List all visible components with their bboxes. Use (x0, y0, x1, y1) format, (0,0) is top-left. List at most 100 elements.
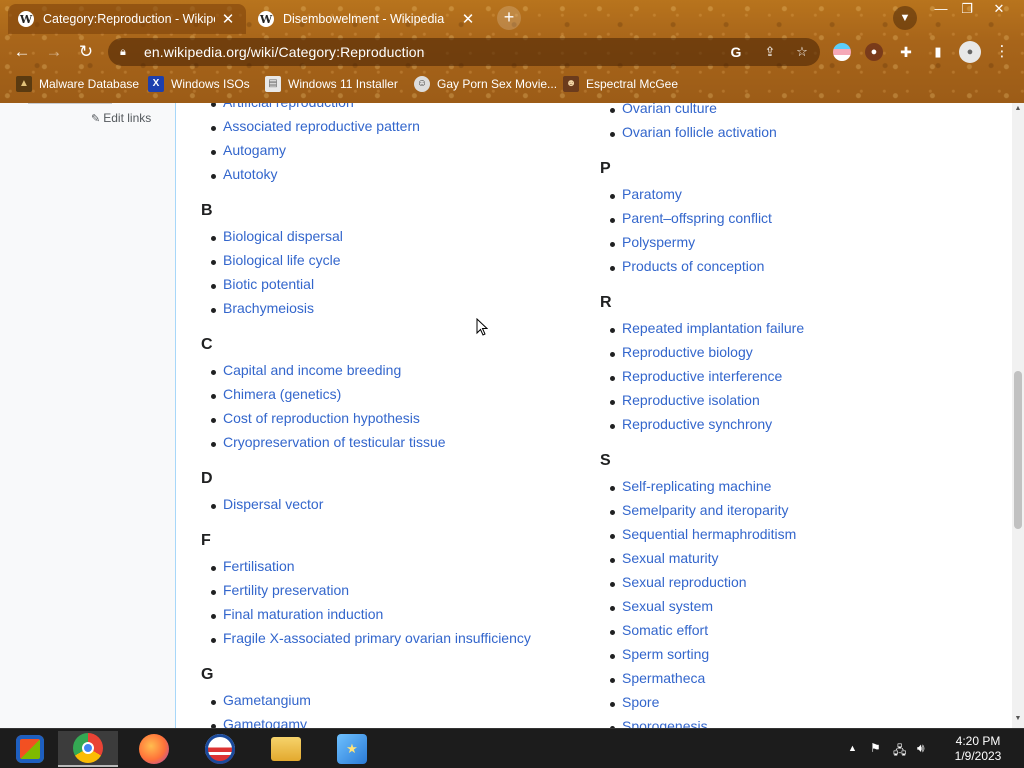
trans-flag-extension-icon[interactable] (833, 43, 851, 61)
category-link[interactable]: Chimera (genetics) (210, 386, 341, 402)
section-letter-heading: S (600, 452, 611, 469)
close-window-icon[interactable]: ✕ (984, 0, 1014, 18)
tab-search-chevron-icon[interactable]: ▼ (893, 6, 917, 30)
file-explorer-icon (271, 737, 301, 761)
category-link[interactable]: Sequential hermaphroditism (609, 526, 796, 542)
restore-icon[interactable]: ❐ (952, 0, 982, 18)
action-center-flag-icon[interactable]: ⚑ (870, 741, 881, 755)
tab-title: Category:Reproduction - Wikipedia (43, 12, 215, 26)
category-link[interactable]: Spermatheca (609, 670, 705, 686)
reload-icon[interactable]: ↻ (74, 40, 98, 64)
category-link[interactable]: Reproductive synchrony (609, 416, 772, 432)
category-link[interactable]: Parent–offspring conflict (610, 210, 772, 226)
category-link[interactable]: Artificial reproduction (211, 103, 354, 110)
taskbar-file-explorer[interactable] (256, 731, 316, 767)
site-icon: ☺ (414, 76, 430, 92)
taskbar-firefox[interactable] (124, 731, 184, 767)
category-link[interactable]: Products of conception (609, 258, 764, 274)
menu-kebab-icon[interactable]: ⋮ (993, 43, 1011, 61)
avatar-icon: ☻ (563, 76, 579, 92)
category-link[interactable]: Cost of reproduction hypothesis (211, 410, 420, 426)
taskbar-chrome[interactable] (58, 731, 118, 767)
share-icon[interactable]: ⇪ (762, 44, 778, 60)
category-link[interactable]: Reproductive biology (610, 344, 753, 360)
back-icon[interactable]: ← (10, 40, 34, 64)
scrollbar-thumb[interactable] (1014, 371, 1022, 529)
address-bar[interactable]: 🔒︎ en.wikipedia.org/wiki/Category:Reprod… (108, 38, 820, 66)
bookmark-windows-11-installer[interactable]: ▤ Windows 11 Installer (265, 76, 398, 92)
category-link[interactable]: Sexual system (609, 598, 713, 614)
category-link[interactable]: Gametangium (211, 692, 311, 708)
taskbar-network-app[interactable]: ★ (322, 731, 382, 767)
bookmark-gay-porn-sex-movie[interactable]: ☺ Gay Porn Sex Movie... (414, 76, 557, 92)
profile-icon[interactable]: ● (959, 41, 981, 63)
new-tab-button[interactable]: + (497, 6, 521, 30)
network-icon[interactable]: 🖧︎ (893, 741, 906, 762)
category-link[interactable]: Sperm sorting (609, 646, 709, 662)
category-link[interactable]: Somatic effort (609, 622, 708, 638)
url-text[interactable]: en.wikipedia.org/wiki/Category:Reproduct… (144, 44, 425, 60)
scroll-up-icon[interactable]: ▲ (1014, 105, 1022, 112)
side-panel-icon[interactable]: ▮ (929, 43, 947, 61)
volume-icon[interactable]: 🔊︎ (917, 741, 925, 756)
category-link[interactable]: Associated reproductive pattern (211, 118, 420, 134)
firefox-icon (139, 734, 169, 764)
category-link[interactable]: Dispersal vector (210, 496, 323, 512)
category-link[interactable]: Ovarian culture (610, 103, 717, 116)
lock-icon[interactable]: 🔒︎ (120, 46, 134, 59)
page-icon: ▤ (265, 76, 281, 92)
category-link[interactable]: Ovarian follicle activation (610, 124, 777, 140)
extensions-puzzle-icon[interactable]: ✚ (897, 43, 915, 61)
close-tab-icon[interactable]: ✕ (221, 12, 235, 27)
category-link[interactable]: Sexual maturity (609, 550, 718, 566)
category-link[interactable]: Autogamy (210, 142, 286, 158)
category-link[interactable]: Cryopreservation of testicular tissue (211, 434, 446, 450)
show-hidden-icons-chevron-icon[interactable]: ▲ (848, 743, 857, 753)
wikipedia-favicon-icon: W (258, 11, 274, 27)
clock-date: 1/9/2023 (954, 749, 1002, 763)
category-link[interactable]: Fragile X-associated primary ovarian ins… (211, 630, 531, 646)
category-link[interactable]: Paratomy (610, 186, 682, 202)
category-link[interactable]: Biological dispersal (211, 228, 343, 244)
category-link[interactable]: Brachymeiosis (210, 300, 314, 316)
category-link[interactable]: Final maturation induction (210, 606, 383, 622)
page-scrollbar[interactable]: ▲ ▼ (1012, 103, 1024, 728)
scroll-down-icon[interactable]: ▼ (1014, 715, 1022, 722)
category-link[interactable]: Biological life cycle (211, 252, 341, 268)
taskbar-start[interactable] (0, 731, 60, 767)
bookmark-espectral-mcgee[interactable]: ☻ Espectral McGee (563, 76, 678, 92)
section-letter-heading: D (201, 470, 213, 487)
sidebar-divider (28, 103, 112, 104)
bookmarks-bar: ▲ Malware Database X Windows ISOs ▤ Wind… (0, 72, 1024, 98)
category-link[interactable]: Repeated implantation failure (609, 320, 804, 336)
category-link[interactable]: Spore (609, 694, 659, 710)
mouse-cursor-icon (476, 318, 488, 336)
category-link[interactable]: Gametogamy (210, 716, 307, 728)
category-link[interactable]: Reproductive isolation (610, 392, 760, 408)
avatar-extension-icon[interactable]: ● (865, 43, 883, 61)
edit-links-link[interactable]: ✎ Edit links (91, 111, 151, 125)
google-icon[interactable]: G (728, 44, 744, 60)
browser-chrome: W Category:Reproduction - Wikipedia ✕ W … (0, 0, 1024, 103)
category-link[interactable]: Reproductive interference (609, 368, 782, 384)
category-link[interactable]: Fertilisation (211, 558, 295, 574)
category-link[interactable]: Sporogenesis (610, 718, 708, 728)
category-link[interactable]: Sexual reproduction (610, 574, 747, 590)
system-clock[interactable]: 4:20 PM 1/9/2023 (940, 734, 1016, 764)
category-link[interactable]: Capital and income breeding (210, 362, 401, 378)
obama-logo-icon (205, 734, 235, 764)
bookmark-malware-database[interactable]: ▲ Malware Database (16, 76, 139, 92)
close-tab-icon[interactable]: ✕ (461, 12, 475, 27)
category-link[interactable]: Biotic potential (210, 276, 314, 292)
bookmark-star-icon[interactable]: ☆ (794, 44, 810, 60)
category-link[interactable]: Polyspermy (609, 234, 695, 250)
taskbar-obama-app[interactable] (190, 731, 250, 767)
category-link[interactable]: Semelparity and iteroparity (610, 502, 789, 518)
category-link[interactable]: Self-replicating machine (609, 478, 771, 494)
bookmark-windows-isos[interactable]: X Windows ISOs (148, 76, 250, 92)
category-link[interactable]: Fertility preservation (210, 582, 349, 598)
tab-disembowelment[interactable]: W Disembowelment - Wikipedia ✕ (248, 4, 488, 34)
forward-icon[interactable]: → (42, 40, 66, 64)
category-link[interactable]: Autotoky (210, 166, 277, 182)
tab-category-reproduction[interactable]: W Category:Reproduction - Wikipedia ✕ (8, 4, 246, 34)
